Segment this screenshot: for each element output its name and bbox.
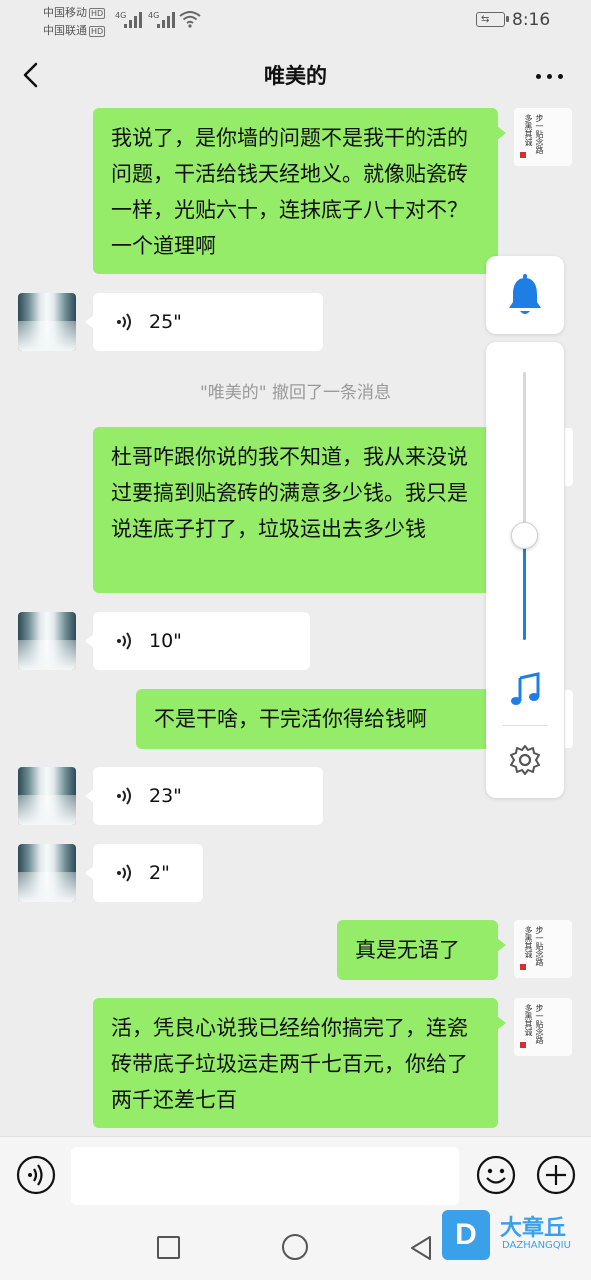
volume-slider-thumb[interactable] [511,522,538,549]
voice-duration: 10" [149,630,182,652]
voice-wave-icon [117,313,131,331]
bell-icon [509,274,541,314]
contact-avatar[interactable] [18,767,76,825]
my-text-message[interactable]: 我说了，是你墙的问题不是我干的活的问题，干活给钱天经地义。就像贴瓷砖一样，光贴六… [93,108,506,274]
battery-icon: ⇆ [476,12,509,27]
home-icon[interactable] [282,1234,308,1260]
my-text-message[interactable]: 不是干啥，干完活你得给钱啊 [136,689,506,749]
chat-title: 唯美的 [264,64,327,88]
voice-message[interactable]: 2" [85,844,203,902]
contact-avatar[interactable] [18,844,76,902]
voice-wave-icon [117,632,131,650]
chat-header: 唯美的 [0,44,591,106]
ringer-button[interactable] [486,256,564,334]
my-text-message[interactable]: 活，凭良心说我已经给你搞完了，连瓷砖带底子垃圾运走两千七百元，你给了两千还差七百 [93,998,506,1128]
voice-duration: 25" [149,311,182,333]
wifi-icon [179,11,201,28]
contact-avatar[interactable] [18,293,76,351]
message-text: 活，凭良心说我已经给你搞完了，连瓷砖带底子垃圾运走两千七百元，你给了两千还差七百 [111,1016,468,1112]
signal-icon [124,12,142,28]
message-text: 杜哥咋跟你说的我不知道，我从来没说过要搞到贴瓷砖的满意多少钱。我只是说连底子打了… [111,445,468,541]
my-avatar[interactable]: 步一贴念路 多黑其诚 [514,108,572,166]
voice-message[interactable]: 23" [85,767,323,825]
volume-panel [486,342,564,798]
message-text: 真是无语了 [355,938,460,962]
status-time: 8:16 [512,10,551,30]
voice-wave-icon [117,787,131,805]
watermark-text: 大章丘 [500,1216,567,1241]
contact-avatar[interactable] [18,612,76,670]
status-bar: 中国移动 HD 中国联通 HD 4G 4G ⇆ 8:16 [0,0,591,44]
back-triangle-icon[interactable] [408,1234,434,1262]
voice-message[interactable]: 25" [85,293,323,351]
ellipsis-icon[interactable] [534,74,566,80]
system-nav-bar: D 大章丘 DAZHANGQIU [0,1210,591,1280]
message-input[interactable] [71,1147,459,1205]
recent-apps-icon[interactable] [157,1236,180,1259]
side-handle[interactable] [565,690,573,748]
watermark-logo: D [442,1210,490,1260]
voice-message[interactable]: 10" [85,612,310,670]
my-avatar[interactable]: 步一贴念路 多黑其诚 [514,920,572,978]
my-text-message[interactable]: 杜哥咋跟你说的我不知道，我从来没说过要搞到贴瓷砖的满意多少钱。我只是说连底子打了… [93,427,506,593]
carrier-2: 中国联通 HD [43,24,106,37]
input-bar [0,1136,591,1210]
emoji-icon[interactable] [476,1155,516,1195]
volume-slider-fill [523,535,526,640]
gear-icon[interactable] [508,743,542,777]
voice-duration: 23" [149,785,182,807]
signal-icon-2 [157,12,175,28]
carrier-1: 中国移动 HD [43,6,106,19]
divider [502,725,548,726]
voice-wave-icon [117,864,131,882]
watermark-subtext: DAZHANGQIU [502,1240,571,1251]
message-text: 我说了，是你墙的问题不是我干的活的问题，干活给钱天经地义。就像贴瓷砖一样，光贴六… [111,126,468,258]
my-avatar[interactable]: 步一贴念路 多黑其诚 [514,998,572,1056]
plus-icon[interactable] [536,1155,576,1195]
side-handle[interactable] [565,428,573,486]
voice-input-icon[interactable] [16,1155,56,1195]
music-note-icon[interactable] [506,670,544,708]
voice-duration: 2" [149,862,170,884]
message-text: 不是干啥，干完活你得给钱啊 [154,707,427,731]
my-text-message[interactable]: 真是无语了 [337,920,506,980]
